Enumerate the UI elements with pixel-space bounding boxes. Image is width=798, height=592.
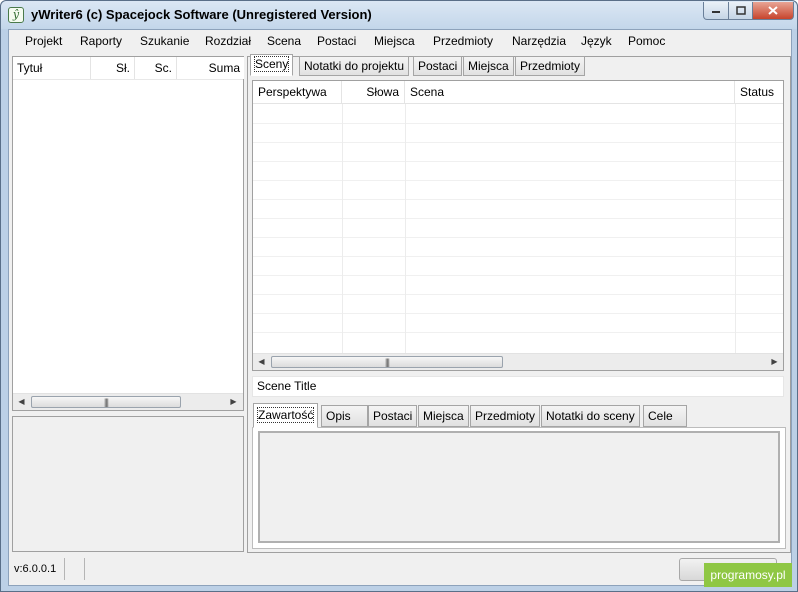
column-header-slowa[interactable]: Słowa — [342, 81, 405, 103]
tab-zawartosc[interactable]: Zawartość — [253, 403, 319, 428]
version-label: v:6.0.0.1 — [14, 563, 57, 575]
header-divider — [13, 79, 243, 80]
tab-postaci[interactable]: Postaci — [413, 56, 463, 76]
grid-line — [253, 103, 783, 104]
tab-label: Sceny — [253, 56, 290, 72]
grid-line — [253, 294, 783, 295]
maximize-button[interactable] — [728, 2, 753, 20]
scroll-right-icon[interactable]: ▶ — [766, 354, 783, 370]
menu-miejsca[interactable]: Miejsca — [374, 34, 415, 48]
menu-scena[interactable]: Scena — [267, 34, 301, 48]
grid-line — [253, 332, 783, 333]
tab-przedmioty[interactable]: Przedmioty — [515, 56, 586, 76]
client-area: Projekt Raporty Szukanie Rozdział Scena … — [8, 29, 792, 586]
column-header-perspektywa[interactable]: Perspektywa — [253, 81, 342, 103]
scroll-right-icon[interactable]: ▶ — [225, 394, 242, 410]
grid-line — [253, 275, 783, 276]
close-button[interactable] — [752, 2, 794, 20]
menu-jezyk[interactable]: Język — [581, 34, 612, 48]
chapter-list-hscrollbar[interactable]: ◀ ||| ▶ — [13, 393, 243, 410]
scroll-left-icon[interactable]: ◀ — [13, 394, 30, 410]
status-bar: v:6.0.0.1 — [9, 555, 791, 585]
minimize-button[interactable] — [703, 2, 729, 20]
minimize-icon — [712, 11, 720, 13]
menu-pomoc[interactable]: Pomoc — [628, 34, 665, 48]
maximize-icon — [735, 6, 746, 15]
grid-column-line — [342, 104, 343, 355]
menu-bar: Projekt Raporty Szukanie Rozdział Scena … — [9, 30, 791, 52]
tab-postaci-scene[interactable]: Postaci — [368, 405, 418, 427]
tab-notatki-do-sceny[interactable]: Notatki do sceny — [541, 405, 640, 427]
window-title: yWriter6 (c) Spacejock Software (Unregis… — [31, 7, 372, 22]
menu-raporty[interactable]: Raporty — [80, 34, 122, 48]
scene-grid[interactable]: Perspektywa Słowa Scena Status ◀ ||| ▶ — [252, 80, 784, 371]
close-icon — [768, 6, 778, 15]
grip-icon: ||| — [103, 397, 109, 407]
grid-column-line — [405, 104, 406, 355]
grid-line — [253, 256, 783, 257]
app-window: ŷ yWriter6 (c) Spacejock Software (Unreg… — [0, 0, 798, 592]
menu-narzedzia[interactable]: Narzędzia — [512, 34, 566, 48]
grip-icon: ||| — [384, 357, 390, 367]
scene-content-editor[interactable] — [258, 431, 780, 543]
column-header-slowa[interactable]: Sł. — [91, 57, 135, 79]
grid-line — [253, 161, 783, 162]
tab-sceny[interactable]: Sceny — [250, 54, 294, 76]
title-bar[interactable]: ŷ yWriter6 (c) Spacejock Software (Unreg… — [1, 1, 797, 29]
grid-line — [253, 313, 783, 314]
tab-label: Zawartość — [256, 407, 315, 423]
column-header-status[interactable]: Status — [735, 81, 783, 103]
yw-app-icon: ŷ — [8, 7, 24, 23]
tab-miejsca[interactable]: Miejsca — [463, 56, 514, 76]
scroll-thumb[interactable]: ||| — [31, 396, 181, 408]
scroll-thumb[interactable]: ||| — [271, 356, 503, 368]
tab-opis[interactable]: Opis — [321, 405, 368, 427]
grid-line — [253, 180, 783, 181]
tab-cele[interactable]: Cele — [643, 405, 687, 427]
grid-line — [253, 123, 783, 124]
status-separator — [64, 558, 65, 580]
status-separator — [84, 558, 85, 580]
column-header-tytul[interactable]: Tytuł — [13, 57, 91, 79]
column-header-scena[interactable]: Scena — [405, 81, 735, 103]
chapter-list[interactable]: Tytuł Sł. Sc. Suma ◀ ||| ▶ — [12, 56, 244, 411]
menu-projekt[interactable]: Projekt — [25, 34, 62, 48]
chapter-preview-pane — [12, 416, 244, 552]
menu-szukanie[interactable]: Szukanie — [140, 34, 189, 48]
menu-przedmioty[interactable]: Przedmioty — [433, 34, 493, 48]
scene-grid-hscrollbar[interactable]: ◀ ||| ▶ — [253, 353, 783, 370]
scene-title-field[interactable]: Scene Title — [252, 376, 784, 397]
grid-line — [253, 218, 783, 219]
column-header-suma[interactable]: Suma — [177, 57, 244, 79]
grid-line — [253, 199, 783, 200]
grid-column-line — [735, 104, 736, 355]
tab-przedmioty-scene[interactable]: Przedmioty — [470, 405, 541, 427]
watermark-badge: programosy.pl — [704, 563, 792, 587]
tab-notatki-do-projektu[interactable]: Notatki do projektu — [299, 56, 410, 76]
grid-line — [253, 142, 783, 143]
column-header-sceny[interactable]: Sc. — [135, 57, 177, 79]
scroll-left-icon[interactable]: ◀ — [253, 354, 270, 370]
menu-postaci[interactable]: Postaci — [317, 34, 356, 48]
menu-rozdzial[interactable]: Rozdział — [205, 34, 251, 48]
tab-miejsca-scene[interactable]: Miejsca — [418, 405, 469, 427]
grid-line — [253, 237, 783, 238]
